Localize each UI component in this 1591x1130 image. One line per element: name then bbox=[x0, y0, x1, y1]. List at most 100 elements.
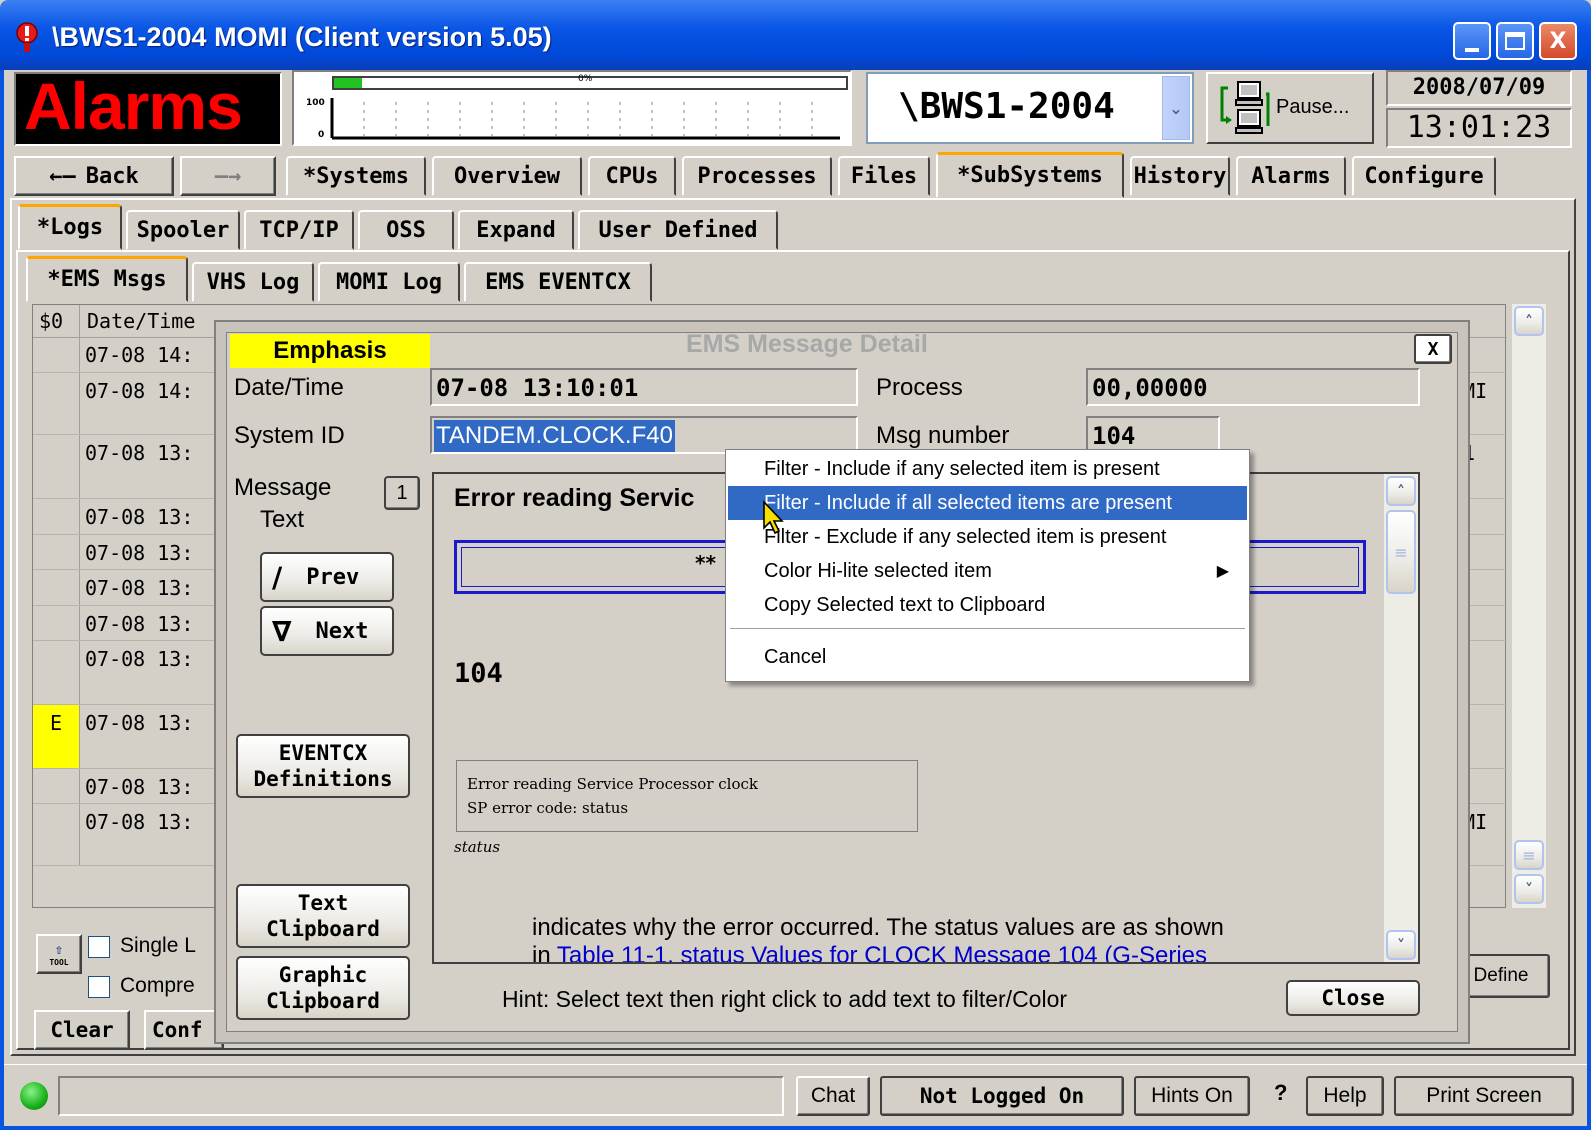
message-scrollbar[interactable]: ˄ ≡ ˅ bbox=[1384, 474, 1418, 962]
msg-number-label: Msg number bbox=[876, 422, 1010, 449]
tool-label: TOOL bbox=[49, 957, 69, 967]
eventcx-definitions-button[interactable]: EVENTCX Definitions bbox=[236, 734, 410, 798]
forward-button[interactable]: —→ bbox=[180, 156, 276, 196]
tab-expand[interactable]: Expand bbox=[458, 210, 574, 250]
process-label: Process bbox=[876, 374, 963, 401]
conf-button[interactable]: Conf bbox=[144, 1010, 224, 1050]
login-status-button[interactable]: Not Logged On bbox=[880, 1076, 1124, 1116]
tool-button[interactable]: ⇧ TOOL bbox=[36, 934, 82, 974]
dialog-close-button[interactable]: Close bbox=[1286, 980, 1420, 1016]
title-bar[interactable]: \BWS1-2004 MOMI (Client version 5.05) X bbox=[0, 0, 1591, 70]
tab-ems-eventcx[interactable]: EMS EVENTCX bbox=[464, 262, 652, 302]
print-screen-button[interactable]: Print Screen bbox=[1394, 1076, 1574, 1116]
maximize-icon bbox=[1498, 24, 1532, 58]
gauge-scale-top: 100 bbox=[306, 98, 325, 108]
tab-systems[interactable]: *Systems bbox=[286, 156, 426, 196]
prev-button[interactable]: ∕ Prev bbox=[260, 552, 394, 602]
scroll-thumb[interactable]: ≡ bbox=[1386, 510, 1416, 594]
menu-item-exclude-any[interactable]: Filter - Exclude if any selected item is… bbox=[728, 520, 1247, 554]
compress-checkbox[interactable] bbox=[88, 976, 110, 998]
minimize-button[interactable] bbox=[1453, 22, 1491, 60]
maximize-button[interactable] bbox=[1496, 22, 1534, 60]
row-date: 07-08 14: bbox=[85, 343, 194, 367]
clear-button[interactable]: Clear bbox=[34, 1010, 130, 1050]
tab-alarms[interactable]: Alarms bbox=[1236, 156, 1346, 196]
process-value: 00,00000 bbox=[1092, 374, 1208, 402]
scroll-down-button[interactable]: ˅ bbox=[1514, 874, 1544, 904]
tab-tcpip[interactable]: TCP/IP bbox=[244, 210, 354, 250]
gauge-scale-bottom: 0 bbox=[318, 130, 325, 140]
tab-cpus[interactable]: CPUs bbox=[588, 156, 676, 196]
tab-processes[interactable]: Processes bbox=[682, 156, 832, 196]
dialog-close-x-button[interactable]: X bbox=[1414, 334, 1452, 364]
tab-momi-log[interactable]: MOMI Log bbox=[318, 262, 460, 302]
tab-oss[interactable]: OSS bbox=[358, 210, 454, 250]
date-time-label: Date/Time bbox=[234, 374, 344, 401]
row-flag-emphasis: E bbox=[33, 705, 79, 768]
forward-arrow-icon: —→ bbox=[214, 163, 242, 189]
tab-user-defined[interactable]: User Defined bbox=[578, 210, 778, 250]
hints-toggle-button[interactable]: Hints On bbox=[1134, 1076, 1250, 1116]
body-heading: Error reading Servic bbox=[454, 484, 695, 512]
tab-configure[interactable]: Configure bbox=[1352, 156, 1496, 196]
date-time-field[interactable]: 07-08 13:10:01 bbox=[430, 368, 858, 406]
scroll-down-button[interactable]: ˅ bbox=[1386, 930, 1416, 960]
col-header-date[interactable]: Date/Time bbox=[87, 309, 195, 333]
graphic-clipboard-button[interactable]: Graphic Clipboard bbox=[236, 956, 410, 1020]
tab-logs[interactable]: *Logs bbox=[18, 204, 122, 250]
message-count-badge: 1 bbox=[384, 476, 420, 510]
menu-separator bbox=[730, 628, 1245, 630]
code-box: Error reading Service Processor clock SP… bbox=[456, 760, 918, 832]
help-button[interactable]: Help bbox=[1306, 1076, 1384, 1116]
tab-overview[interactable]: Overview bbox=[432, 156, 582, 196]
table-link[interactable]: Table 11-1. status Values for CLOCK Mess… bbox=[557, 942, 1207, 962]
paragraph-prefix: in bbox=[532, 942, 551, 964]
back-button[interactable]: ←— Back bbox=[14, 156, 174, 196]
next-button[interactable]: ∇ Next bbox=[260, 606, 394, 656]
gauge-bar-frame: 0% bbox=[332, 74, 848, 90]
single-line-checkbox[interactable] bbox=[88, 936, 110, 958]
tab-vhs-log[interactable]: VHS Log bbox=[192, 262, 314, 302]
system-selector[interactable]: \BWS1-2004 ⌄ bbox=[866, 72, 1194, 144]
activity-gauge: 0% 100 0 bbox=[292, 70, 852, 146]
text-clipboard-button[interactable]: Text Clipboard bbox=[236, 884, 410, 948]
system-dropdown-button[interactable]: ⌄ bbox=[1162, 76, 1190, 140]
chat-button[interactable]: Chat bbox=[796, 1076, 870, 1116]
tab-spooler[interactable]: Spooler bbox=[126, 210, 240, 250]
tab-history[interactable]: History bbox=[1130, 156, 1230, 196]
pause-button[interactable]: Pause... bbox=[1206, 72, 1374, 144]
tab-ems-msgs[interactable]: *EMS Msgs bbox=[26, 256, 188, 302]
next-label: Next bbox=[315, 618, 369, 644]
graphic-clipboard-label-1: Graphic bbox=[278, 963, 368, 987]
context-menu: Filter - Include if any selected item is… bbox=[725, 449, 1250, 682]
time-value: 13:01:23 bbox=[1406, 110, 1552, 145]
process-field[interactable]: 00,00000 bbox=[1086, 368, 1420, 406]
cause-box-stars: ** bbox=[695, 551, 716, 575]
row-date: 07-08 13: bbox=[85, 647, 194, 671]
menu-item-include-any[interactable]: Filter - Include if any selected item is… bbox=[728, 452, 1247, 486]
time-display: 13:01:23 bbox=[1386, 108, 1572, 148]
back-arrow-icon: ←— bbox=[49, 163, 76, 189]
ems-message-detail-dialog: Emphasis EMS Message Detail X Date/Time … bbox=[214, 320, 1470, 1044]
col-header-flag[interactable]: $0 bbox=[39, 309, 63, 333]
color-hilite-label: Color Hi-lite selected item bbox=[764, 559, 992, 582]
pause-label: Pause... bbox=[1276, 96, 1350, 118]
question-icon[interactable]: ? bbox=[1274, 1080, 1287, 1106]
system-id-value: TANDEM.CLOCK.F40 bbox=[434, 420, 675, 452]
tab-files[interactable]: Files bbox=[838, 156, 930, 196]
row-date: 07-08 13: bbox=[85, 810, 194, 834]
row-date: 07-08 13: bbox=[85, 505, 194, 529]
menu-item-copy-clipboard[interactable]: Copy Selected text to Clipboard bbox=[728, 588, 1247, 622]
dialog-title: EMS Message Detail bbox=[686, 330, 928, 358]
menu-item-color-hilite[interactable]: Color Hi-lite selected item ▶ bbox=[728, 554, 1247, 588]
text-clipboard-label-2: Clipboard bbox=[266, 917, 380, 941]
menu-item-include-all[interactable]: Filter - Include if all selected items a… bbox=[728, 486, 1247, 520]
scroll-thumb[interactable]: ≡ bbox=[1514, 840, 1544, 870]
emphasis-label: Emphasis bbox=[230, 334, 430, 368]
table-scrollbar[interactable]: ˄ ≡ ˅ bbox=[1512, 304, 1546, 908]
tab-subsystems[interactable]: *SubSystems bbox=[936, 152, 1124, 198]
menu-item-cancel[interactable]: Cancel bbox=[728, 640, 1247, 674]
scroll-up-button[interactable]: ˄ bbox=[1514, 306, 1544, 336]
scroll-up-button[interactable]: ˄ bbox=[1386, 476, 1416, 506]
close-window-button[interactable]: X bbox=[1539, 22, 1577, 60]
